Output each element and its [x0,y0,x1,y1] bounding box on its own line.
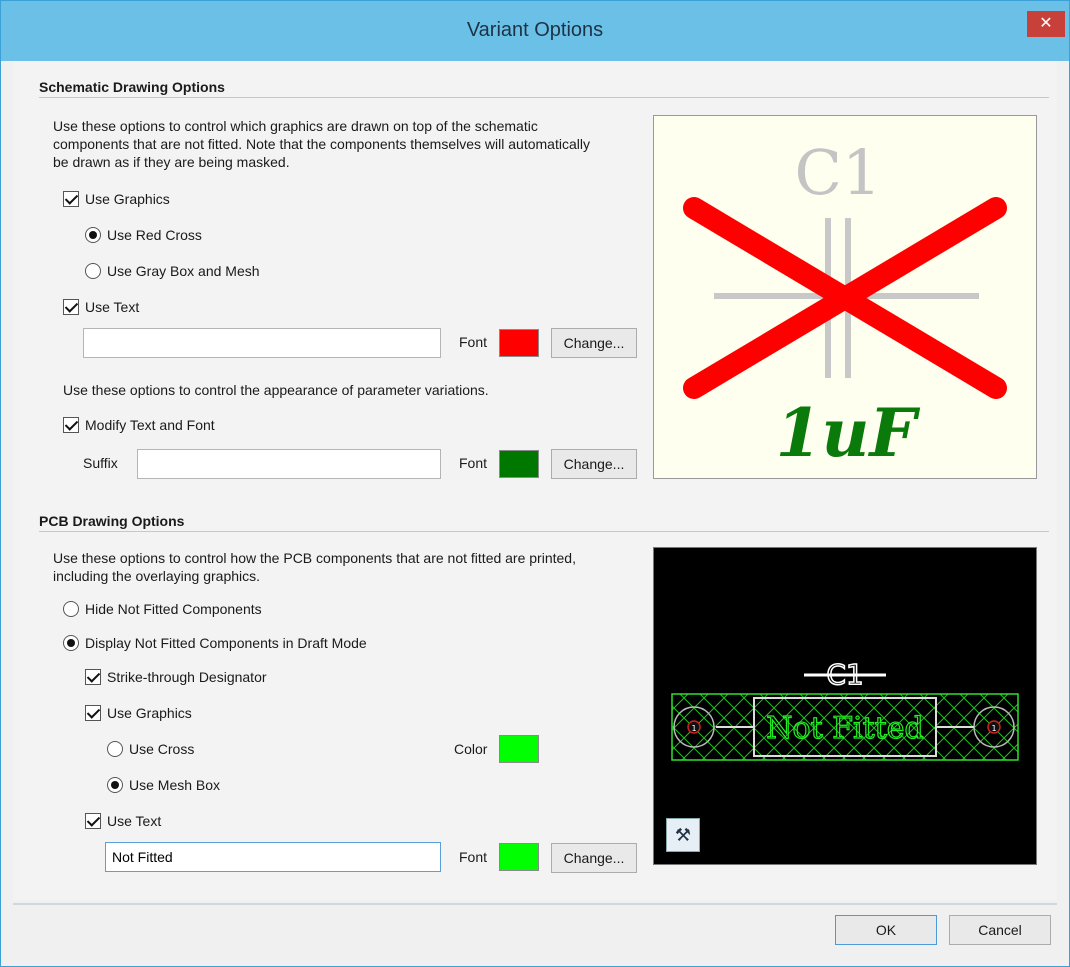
preview-designator: C1 [795,136,882,209]
pcb-section-divider [39,531,1049,532]
pcb-pad-right-label: 1 [991,724,996,733]
modify-text-font-label: Modify Text and Font [85,417,215,433]
modify-text-font-checkbox[interactable]: Modify Text and Font [63,417,215,433]
pcb-use-graphics-check-icon [85,705,101,721]
variant-options-dialog: Variant Options ✕ Schematic Drawing Opti… [0,0,1070,967]
schematic-font-label: Font [459,334,488,350]
modify-text-font-check-icon [63,417,79,433]
pcb-text-input[interactable] [105,842,441,872]
pcb-font-label: Font [459,849,488,865]
display-draft-radio[interactable]: Display Not Fitted Components in Draft M… [63,635,367,651]
pcb-change-font-button[interactable]: Change... [551,843,637,873]
strike-designator-label: Strike-through Designator [107,669,267,685]
use-text-check-icon [63,299,79,315]
dialog-content: Schematic Drawing Options Use these opti… [13,61,1057,901]
use-cross-label: Use Cross [129,741,195,757]
use-mesh-box-label: Use Mesh Box [129,777,221,793]
parameter-variation-description: Use these options to control the appeara… [63,382,489,398]
suffix-input[interactable] [137,449,441,479]
hammer-wrench-icon[interactable]: ⚒ [666,818,700,852]
use-mesh-box-radio-icon [107,777,123,793]
strike-designator-checkbox[interactable]: Strike-through Designator [85,669,267,685]
close-button[interactable]: ✕ [1027,11,1065,37]
close-icon: ✕ [1039,15,1053,32]
schematic-section-divider [39,97,1049,98]
suffix-font-color-swatch[interactable] [499,450,539,478]
schematic-preview: C1 1uF [653,115,1037,479]
preview-value: 1uF [776,394,921,472]
pcb-description: Use these options to control how the PCB… [53,550,576,584]
use-text-checkbox[interactable]: Use Text [63,299,139,315]
use-gray-box-label: Use Gray Box and Mesh [107,263,260,279]
display-draft-label: Display Not Fitted Components in Draft M… [85,635,367,651]
title-bar: Variant Options ✕ [1,1,1069,61]
pcb-use-text-checkbox[interactable]: Use Text [85,813,161,829]
pcb-use-graphics-label: Use Graphics [107,705,192,721]
schematic-description: Use these options to control which graph… [53,118,590,170]
pcb-preview: 1 1 C1 Not Fitted ⚒ [653,547,1037,865]
use-graphics-label: Use Graphics [85,191,170,207]
display-draft-radio-icon [63,635,79,651]
use-red-cross-radio-icon [85,227,101,243]
suffix-label: Suffix [83,455,118,471]
use-text-label: Use Text [85,299,140,315]
suffix-change-font-button[interactable]: Change... [551,449,637,479]
pcb-color-label: Color [454,741,488,757]
hide-not-fitted-radio[interactable]: Hide Not Fitted Components [63,601,262,617]
pcb-use-graphics-checkbox[interactable]: Use Graphics [85,705,192,721]
hide-not-fitted-radio-icon [63,601,79,617]
schematic-change-font-button[interactable]: Change... [551,328,637,358]
use-graphics-checkbox[interactable]: Use Graphics [63,191,170,207]
use-cross-radio[interactable]: Use Cross [107,741,194,757]
dialog-footer: OK Cancel [13,905,1057,957]
use-gray-box-radio-icon [85,263,101,279]
strike-designator-check-icon [85,669,101,685]
pcb-use-text-check-icon [85,813,101,829]
window-title: Variant Options [466,19,604,41]
use-gray-box-radio[interactable]: Use Gray Box and Mesh [85,263,260,279]
use-mesh-box-radio[interactable]: Use Mesh Box [107,777,220,793]
pcb-preview-graphic: 1 1 C1 Not Fitted [671,657,1019,761]
cancel-button[interactable]: Cancel [949,915,1051,945]
use-red-cross-radio[interactable]: Use Red Cross [85,227,202,243]
pcb-font-color-swatch[interactable] [499,843,539,871]
schematic-section-title: Schematic Drawing Options [39,79,225,95]
pcb-pad-left-label: 1 [691,724,696,733]
use-red-cross-label: Use Red Cross [107,227,202,243]
schematic-preview-graphic: C1 1uF [683,136,1007,472]
suffix-font-label: Font [459,455,488,471]
schematic-text-input[interactable] [83,328,441,358]
pcb-color-swatch[interactable] [499,735,539,763]
schematic-font-color-swatch[interactable] [499,329,539,357]
pcb-section-title: PCB Drawing Options [39,513,185,529]
use-cross-radio-icon [107,741,123,757]
pcb-use-text-label: Use Text [107,813,162,829]
use-graphics-check-icon [63,191,79,207]
pcb-not-fitted-text: Not Fitted [766,711,923,746]
hide-not-fitted-label: Hide Not Fitted Components [85,601,262,617]
ok-button[interactable]: OK [835,915,937,945]
